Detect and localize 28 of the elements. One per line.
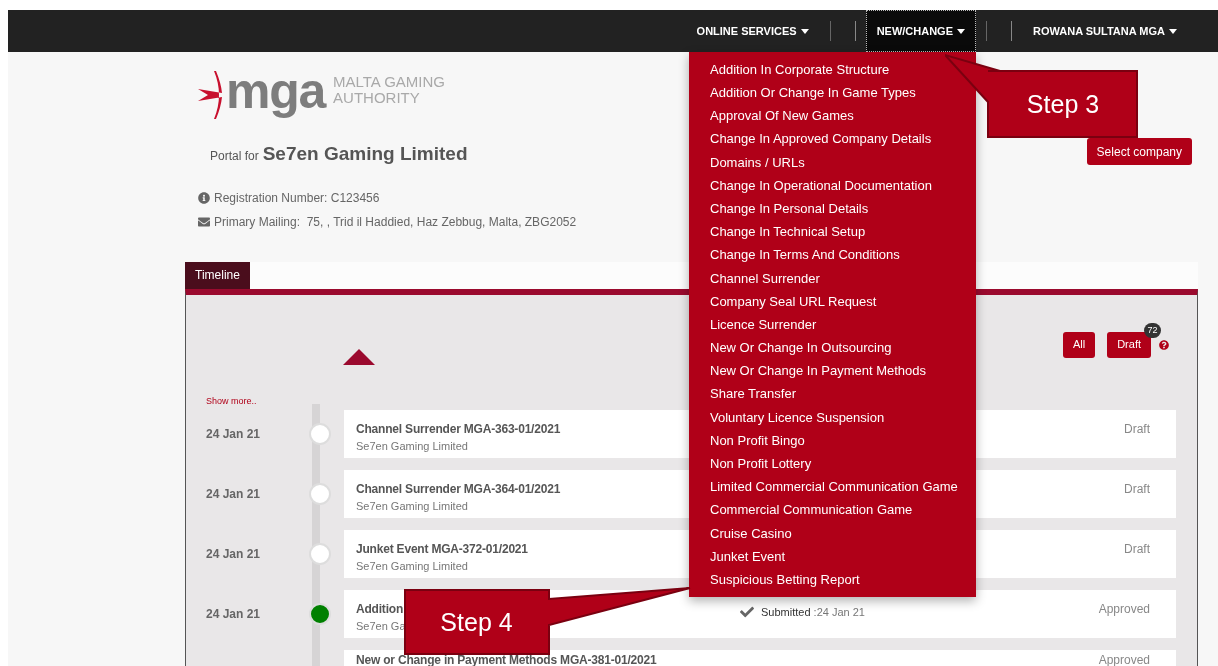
- card-title: New or Change in Payment Methods MGA-381-01/2021: [356, 654, 657, 666]
- mailing-address: Primary Mailing: 75, , Trid il Haddied, Haz Zebbug, Malta, ZBG2052: [214, 213, 577, 231]
- logo-wordmark: mga: [226, 66, 326, 116]
- submitted-date: Submitted :24 Jan 21: [761, 604, 865, 620]
- portal-label: Portal for: [210, 148, 259, 165]
- row-date: 24 Jan 21: [206, 485, 261, 503]
- row-date: 24 Jan 21: [206, 545, 261, 563]
- row-date: 24 Jan 21: [206, 605, 261, 623]
- card-title: Junket Event MGA-372-01/2021: [356, 540, 528, 558]
- company-name: Se7en Gaming Limited: [262, 142, 468, 166]
- card-subtitle: Se7en Gaming Limited: [356, 498, 468, 514]
- status-label: Approved: [1098, 654, 1150, 666]
- status-label: Draft: [1124, 420, 1150, 438]
- card-subtitle: Se7en Gaming Limited: [356, 438, 468, 454]
- status-label: Draft: [1124, 480, 1150, 498]
- status-label: Approved: [1098, 600, 1150, 618]
- card-subtitle: Se7en Gaming Limited: [356, 558, 468, 574]
- row-date: 24 Jan 21: [206, 425, 261, 443]
- logo-subtitle: MALTA GAMING: [333, 74, 446, 90]
- card-title: Channel Surrender MGA-364-01/2021: [356, 480, 561, 498]
- step-tooltip: Step 4: [404, 585, 692, 655]
- card-title: Addition: [356, 600, 404, 618]
- step-tooltip: Step 3: [945, 52, 1138, 138]
- status-label: Draft: [1124, 540, 1150, 558]
- card-title: Channel Surrender MGA-363-01/2021: [356, 420, 561, 438]
- logo-subtitle: AUTHORITY: [333, 90, 421, 106]
- count-badge: 72: [1144, 322, 1161, 338]
- registration-number: Registration Number: C123456: [214, 189, 380, 207]
